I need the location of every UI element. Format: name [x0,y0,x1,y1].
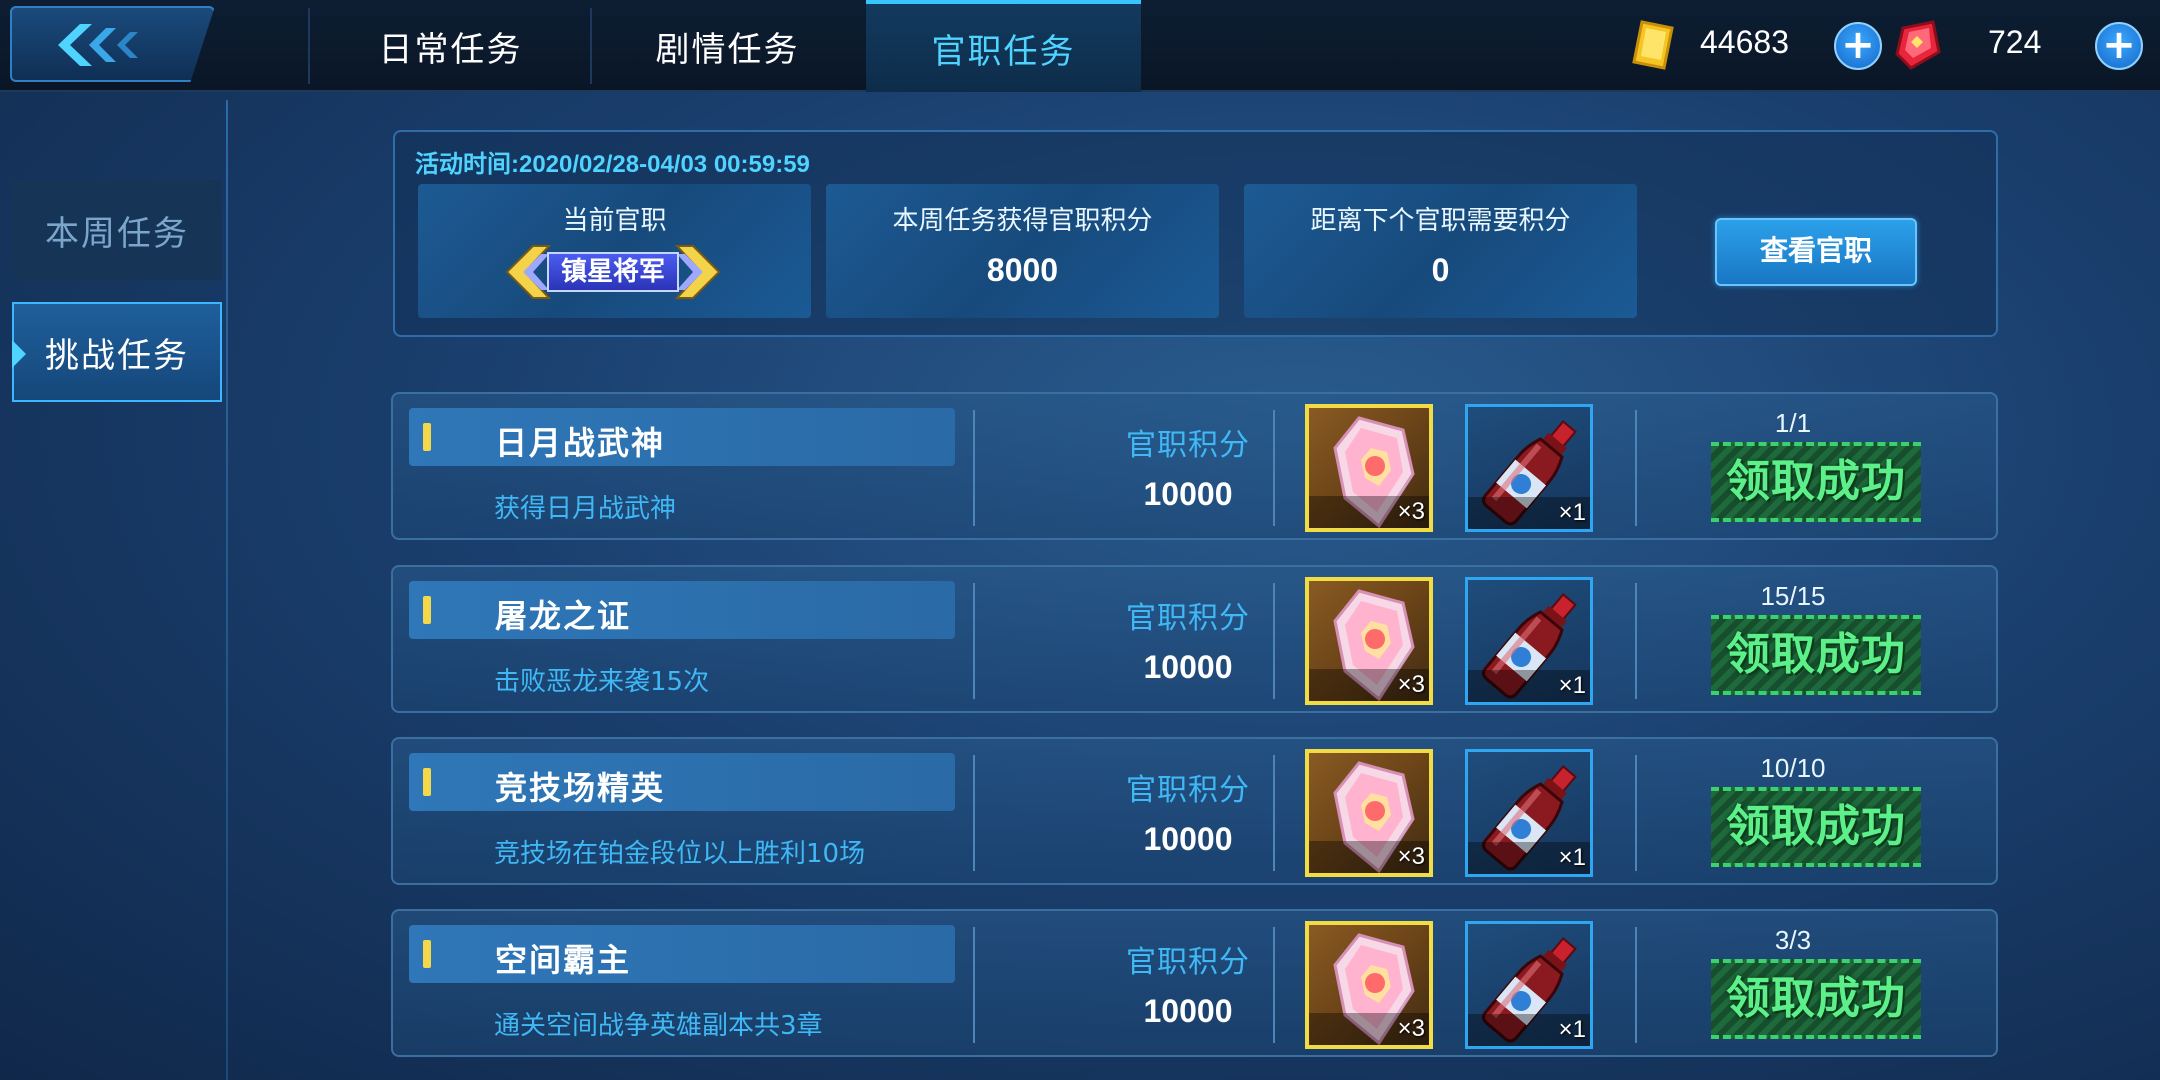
task-points-value: 10000 [1143,476,1233,512]
reward-quantity: ×3 [1397,1015,1425,1042]
rank-badge: 镇星将军 [503,242,723,302]
tab-daily-tasks[interactable]: 日常任务 [313,0,588,92]
task-marker [423,940,431,968]
task-row-4: 空间霸主 通关空间战争英雄副本共3章 官职积分 10000 ×3 ×1 3/3 … [391,909,1998,1057]
reward-quantity: ×1 [1558,1016,1586,1043]
reward-potion[interactable]: ×1 [1465,404,1593,532]
task-description: 击败恶龙来袭15次 [494,667,710,697]
reward-quantity: ×1 [1558,844,1586,871]
task-title-bar: 空间霸主 [409,925,955,983]
next-rank-label: 距离下个官职需要积分 [1310,206,1571,236]
row-divider [1635,583,1637,699]
task-marker [423,768,431,796]
tab-rank-tasks[interactable]: 官职任务 [866,0,1141,92]
row-divider [1273,583,1275,699]
red-gem-icon [1895,20,1941,70]
row-divider [1635,410,1637,526]
weekly-points-value: 8000 [986,252,1059,288]
task-title: 日月战武神 [495,424,666,462]
task-points-label: 官职积分 [1126,945,1250,980]
current-rank-box: 当前官职 镇星将军 [418,184,811,318]
task-title-bar: 屠龙之证 [409,581,955,639]
add-gems-button[interactable]: + [2095,22,2143,70]
next-rank-value: 0 [1431,252,1450,288]
task-marker [423,423,431,451]
gold-amount: 44683 [1700,24,1789,60]
activity-time: 活动时间:2020/02/28-04/03 00:59:59 [415,151,810,178]
claimed-status-stamp: 领取成功 [1711,615,1921,695]
claimed-status-stamp: 领取成功 [1711,787,1921,867]
reward-potion[interactable]: ×1 [1465,921,1593,1049]
task-title-bar: 竞技场精英 [409,753,955,811]
task-progress: 15/15 [1760,581,1826,611]
reward-potion[interactable]: ×1 [1465,577,1593,705]
tab-divider [308,8,310,84]
task-points-value: 10000 [1143,821,1233,857]
reward-crystal[interactable]: ×3 [1305,749,1433,877]
weekly-points-label: 本周任务获得官职积分 [892,206,1153,236]
top-bar: 日常任务 剧情任务 官职任务 44683 + 724 + [0,0,2160,92]
task-points-label: 官职积分 [1126,773,1250,808]
reward-quantity: ×1 [1558,672,1586,699]
row-divider [1273,755,1275,871]
row-divider [973,927,975,1043]
claimed-status-stamp: 领取成功 [1711,959,1921,1039]
task-points-label: 官职积分 [1126,428,1250,463]
task-description: 通关空间战争英雄副本共3章 [494,1011,823,1041]
sidebar-divider [226,100,228,1080]
reward-crystal[interactable]: ×3 [1305,921,1433,1049]
current-rank-value: 镇星将军 [547,252,679,292]
tab-story-tasks[interactable]: 剧情任务 [590,0,865,92]
task-title: 屠龙之证 [495,597,632,635]
task-row-2: 屠龙之证 击败恶龙来袭15次 官职积分 10000 ×3 ×1 15/15 领取… [391,565,1998,713]
rank-info-panel: 活动时间:2020/02/28-04/03 00:59:59 当前官职 镇星将军… [393,130,1998,337]
task-title-bar: 日月战武神 [409,408,955,466]
task-row-1: 日月战武神 获得日月战武神 官职积分 10000 ×3 ×1 1/1 领取成功 [391,392,1998,540]
weekly-points-box: 本周任务获得官职积分 8000 [826,184,1219,318]
back-arrows-icon [58,24,138,66]
task-row-3: 竞技场精英 竞技场在铂金段位以上胜利10场 官职积分 10000 ×3 ×1 1… [391,737,1998,885]
reward-quantity: ×1 [1558,499,1586,526]
current-rank-label: 当前官职 [562,206,667,236]
row-divider [973,755,975,871]
row-divider [973,410,975,526]
add-gold-button[interactable]: + [1834,22,1882,70]
task-points-value: 10000 [1143,993,1233,1029]
task-marker [423,596,431,624]
task-description: 获得日月战武神 [494,494,677,524]
gem-amount: 724 [1988,24,2042,60]
reward-quantity: ×3 [1397,843,1425,870]
task-progress: 10/10 [1760,753,1826,783]
claimed-status-stamp: 领取成功 [1711,442,1921,522]
task-title: 空间霸主 [495,941,632,979]
task-points-value: 10000 [1143,649,1233,685]
gold-bar-icon [1632,20,1674,70]
sidebar-item-weekly-tasks[interactable]: 本周任务 [12,180,222,280]
reward-crystal[interactable]: ×3 [1305,577,1433,705]
task-title: 竞技场精英 [495,769,666,807]
task-progress: 1/1 [1774,408,1812,438]
reward-quantity: ×3 [1397,498,1425,525]
row-divider [1273,410,1275,526]
task-points-label: 官职积分 [1126,601,1250,636]
row-divider [1635,755,1637,871]
view-rank-button[interactable]: 查看官职 [1715,218,1917,286]
reward-crystal[interactable]: ×3 [1305,404,1433,532]
back-button[interactable] [10,6,215,82]
sidebar-item-challenge-tasks[interactable]: 挑战任务 [12,302,222,402]
task-progress: 3/3 [1774,925,1812,955]
row-divider [1635,927,1637,1043]
row-divider [973,583,975,699]
row-divider [1273,927,1275,1043]
reward-potion[interactable]: ×1 [1465,749,1593,877]
next-rank-box: 距离下个官职需要积分 0 [1244,184,1637,318]
reward-quantity: ×3 [1397,671,1425,698]
task-description: 竞技场在铂金段位以上胜利10场 [494,839,866,869]
